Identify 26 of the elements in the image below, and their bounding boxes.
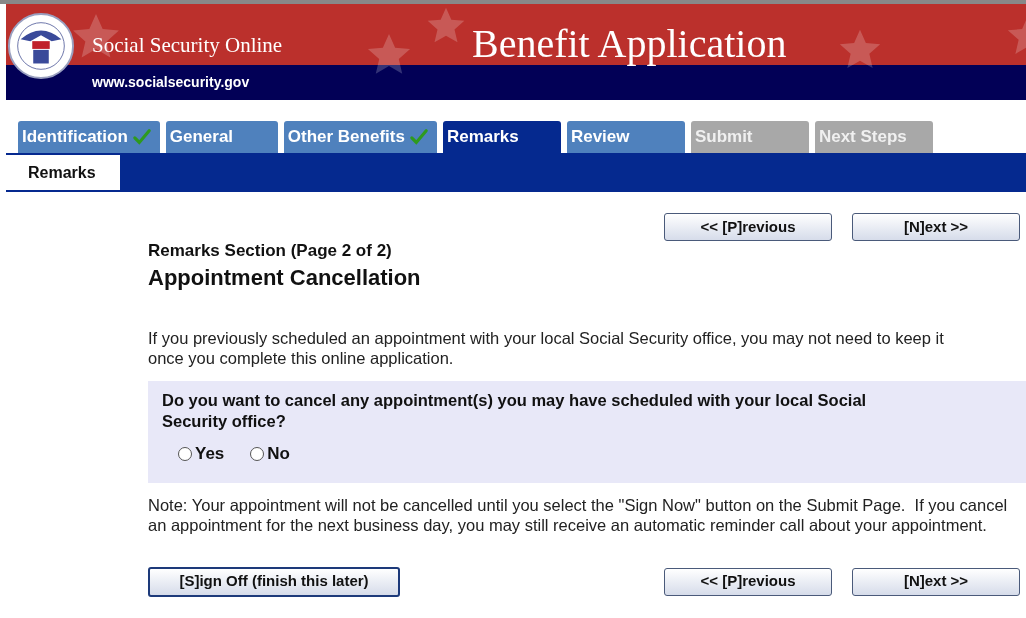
step-tab[interactable]: General [165,121,278,153]
radio-option[interactable]: Yes [178,441,225,467]
subsection-tab[interactable]: Remarks [6,155,120,190]
intro-text: If you previously scheduled an appointment with your local Social Security office, you may not need to keep it once you complete this online application. [148,328,945,368]
checkmark-icon [408,128,429,146]
step-tab[interactable]: Remarks [442,121,561,153]
radio-button[interactable] [178,446,192,461]
seal-logo [7,12,75,80]
note-text: Note: Your appointment will not be cancelled until you select the "Sign Now" button on the Submit Page. If you cancel an appointment for the next business day, you may still receive an automatic reminder call about your appointment. [148,494,1009,535]
step-tab[interactable]: Identification [18,121,160,153]
step-tab[interactable]: Other Benefits [283,121,437,153]
nav-button[interactable]: [N]ext >> [852,213,1020,241]
site-url[interactable]: www.socialsecurity.gov [92,72,250,93]
nav-button[interactable]: << [P]revious [664,213,832,241]
section-label: Remarks Section (Page 2 of 2) [148,240,393,262]
radio-button[interactable] [250,446,265,461]
checkmark-icon [131,128,152,146]
brand-name: Social Security Online [92,32,283,59]
radio-option[interactable]: No [250,441,290,467]
nav-button[interactable]: [N]ext >> [852,567,1020,596]
nav-button[interactable]: << [P]revious [664,567,832,596]
step-tab[interactable]: Review [566,121,685,153]
page-title: Benefit Application [472,20,787,68]
sign-off-button[interactable]: [S]ign Off (finish this later) [148,566,400,597]
question-text: Do you want to cancel any appointment(s) you may have scheduled with your local Social Security office? [162,390,868,432]
section-heading: Appointment Cancellation [148,263,422,291]
